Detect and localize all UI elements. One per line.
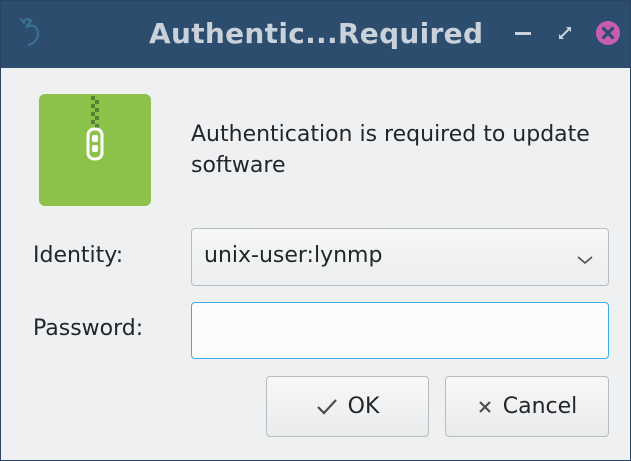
maximize-button[interactable]: [553, 21, 577, 45]
minimize-button[interactable]: [511, 21, 535, 45]
cancel-button[interactable]: Cancel: [445, 376, 609, 437]
ok-button-label: OK: [347, 394, 380, 419]
identity-label: Identity:: [33, 243, 124, 268]
cancel-button-label: Cancel: [502, 394, 578, 419]
close-button[interactable]: [594, 19, 622, 47]
zip-lock-icon: [39, 94, 151, 206]
close-icon: [596, 21, 620, 45]
minimize-icon: [515, 32, 531, 35]
window-title: Authentic...Required: [149, 17, 484, 50]
title-bar[interactable]: Authentic...Required: [1, 1, 630, 68]
chevron-down-icon: [576, 251, 594, 265]
password-field[interactable]: [191, 302, 609, 359]
auth-message: Authentication is required to update sof…: [191, 122, 590, 178]
close-icon: [477, 399, 493, 415]
authentication-dialog: Authentic...Required Authentication is r…: [0, 0, 631, 461]
app-logo-icon: [17, 15, 47, 49]
password-label: Password:: [33, 316, 144, 341]
ok-button[interactable]: OK: [266, 376, 429, 437]
checkmark-icon: [316, 398, 338, 416]
identity-value: unix-user:lynmp: [204, 243, 383, 268]
maximize-icon: [559, 27, 571, 39]
identity-dropdown[interactable]: unix-user:lynmp: [191, 228, 609, 286]
